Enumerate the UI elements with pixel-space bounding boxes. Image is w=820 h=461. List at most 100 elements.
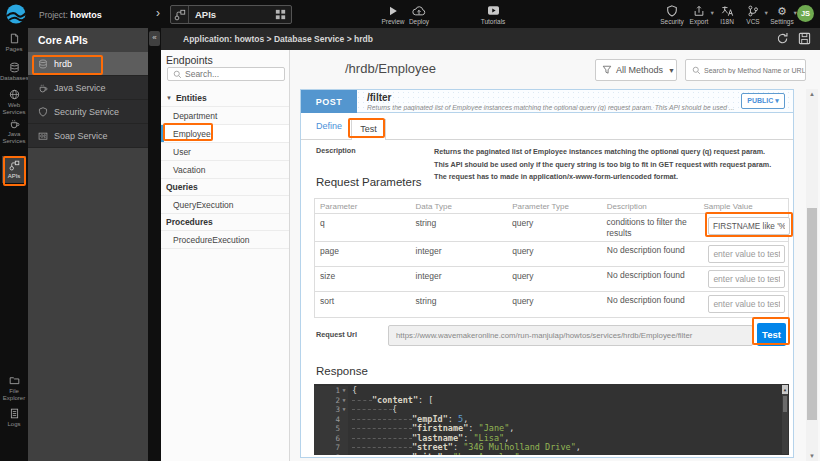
line-number: 4: [314, 415, 340, 425]
column-header: Sample Value: [698, 199, 788, 213]
editor-scroll-up-icon[interactable]: ▲: [782, 385, 788, 394]
description-text: Returns the paginated list of Employee i…: [434, 146, 780, 184]
scroll-thumb[interactable]: [807, 208, 817, 420]
param-data-type: integer: [411, 242, 508, 266]
fold-icon[interactable]: ▼: [340, 405, 348, 415]
endpoint-label: Vacation: [173, 165, 205, 175]
tab-test[interactable]: Test: [351, 119, 386, 140]
description-label: Description: [316, 146, 356, 155]
funnel-icon: [602, 65, 612, 75]
globe-icon: [0, 89, 28, 100]
search-icon: [173, 70, 182, 79]
api-path: /filter: [367, 92, 391, 103]
left-icon-sidebar: Pages Databases Web ServicesJava Services A…: [0, 28, 28, 461]
sample-value-input-q[interactable]: [708, 217, 790, 235]
endpoint-label: Queries: [166, 182, 198, 192]
log-icon: [0, 408, 28, 419]
tutorials-button[interactable]: Tutorials: [478, 4, 508, 25]
sidebar-item-logs[interactable]: Logs: [0, 408, 28, 428]
endpoints-title: Endpoints: [166, 54, 213, 66]
refresh-icon[interactable]: [776, 32, 789, 45]
response-editor[interactable]: 1▼{2▼"content": [3▼{4"empId": 5,5"firstn…: [314, 384, 789, 455]
save-icon[interactable]: [798, 32, 811, 45]
core-api-label: Java Service: [54, 83, 106, 93]
deploy-button[interactable]: Deploy: [404, 4, 434, 25]
api-list-item[interactable]: POST /filter Returns the paginated list …: [301, 90, 793, 113]
sidebar-item-file-explorer[interactable]: File Explorer: [0, 375, 28, 402]
endpoints-search-input[interactable]: [185, 69, 265, 79]
api-summary: Returns the paginated list of Employee i…: [367, 104, 739, 111]
method-search-input[interactable]: [704, 67, 805, 74]
scroll-up-icon[interactable]: ▲: [806, 91, 818, 97]
vcs-button[interactable]: ▼VCS: [738, 4, 768, 25]
sidebar-item-pages[interactable]: Pages: [0, 33, 28, 53]
export-button[interactable]: ▼Export: [684, 4, 714, 25]
core-api-item-hrdb[interactable]: hrdb: [28, 52, 148, 76]
code-line-7: 7"street": "346 Mulholland Drive",: [314, 443, 789, 453]
app-nav-selector[interactable]: APIs: [170, 5, 292, 24]
method-filter-dropdown[interactable]: All Methods ▼: [595, 59, 677, 81]
core-api-item-java-service[interactable]: Java Service: [28, 76, 148, 100]
sidebar-item-label: APIs: [2, 173, 26, 180]
param-description: No description found: [602, 292, 699, 317]
code-line-4: 4"empId": 5,: [314, 415, 789, 425]
caret-down-icon: ▼: [166, 95, 172, 101]
sidebar-item-label: File Explorer: [0, 388, 28, 402]
line-number: 8: [314, 453, 340, 456]
security-button[interactable]: Security: [657, 4, 687, 25]
code-line-3: 3▼{: [314, 405, 789, 415]
endpoint-item-employee[interactable]: Employee: [161, 125, 289, 143]
settings-button[interactable]: ⚙▼Settings: [767, 4, 797, 25]
code-line-2: 2▼"content": [: [314, 396, 789, 406]
endpoint-item-vacation[interactable]: Vacation: [161, 161, 289, 179]
cloud-upload-icon: [404, 4, 434, 17]
fold-icon[interactable]: ▼: [340, 396, 348, 406]
shield-icon: [657, 4, 687, 17]
endpoints-section-queries[interactable]: Queries: [161, 179, 289, 196]
request-url-input[interactable]: [388, 325, 753, 346]
action-label: Settings: [767, 18, 797, 25]
endpoint-item-user[interactable]: User: [161, 143, 289, 161]
core-api-item-soap-service[interactable]: Soap Service: [28, 124, 148, 148]
endpoints-section-procedures[interactable]: Procedures: [161, 214, 289, 231]
sample-value-input-size[interactable]: [708, 270, 785, 288]
scroll-down-icon[interactable]: ▼: [806, 453, 818, 459]
test-button[interactable]: Test: [757, 323, 786, 346]
breadcrumb: Application: howtos > Database Service >…: [183, 34, 373, 44]
sidebar-item-java-services[interactable]: Java Services: [0, 118, 28, 145]
soap-icon: [36, 131, 50, 141]
table-header-row: ParameterData TypeParameter TypeDescript…: [315, 199, 788, 214]
response-title: Response: [316, 365, 368, 377]
avatar[interactable]: JS: [797, 5, 814, 22]
api-icon: [171, 6, 189, 23]
line-number: 6: [314, 434, 340, 444]
param-description: conditions to filter the results: [602, 214, 699, 241]
method-search[interactable]: [685, 59, 806, 81]
sidebar-item-apis[interactable]: APIs: [2, 156, 26, 183]
sidebar-item-web-services[interactable]: Web Services: [0, 89, 28, 116]
sample-value-input-sort[interactable]: [708, 295, 785, 313]
endpoint-item-department[interactable]: Department: [161, 107, 289, 125]
action-label: Deploy: [404, 18, 434, 25]
editor-scrollbar[interactable]: ▲: [782, 385, 788, 454]
grid-icon[interactable]: [275, 9, 286, 20]
tab-define[interactable]: Define: [316, 121, 342, 131]
core-apis-panel: Core APIs hrdbJava ServiceSecurity Servi…: [28, 28, 148, 461]
endpoints-search[interactable]: [167, 67, 285, 81]
sidebar-item-label: Databases: [0, 75, 28, 82]
breadcrumb-bar: Application: howtos > Database Service >…: [161, 28, 820, 50]
wavemaker-logo-icon[interactable]: [5, 3, 27, 25]
sidebar-item-databases[interactable]: Databases: [0, 62, 28, 82]
page-scrollbar[interactable]: ▲ ▼: [806, 89, 818, 461]
endpoint-item-procedureexecution[interactable]: ProcedureExecution: [161, 231, 289, 249]
endpoints-section-entities[interactable]: ▼Entities: [161, 90, 289, 107]
fold-icon[interactable]: ▼: [340, 386, 348, 396]
collapse-panel-button[interactable]: «: [149, 31, 160, 46]
sample-value-input-page[interactable]: [708, 245, 785, 263]
visibility-dropdown[interactable]: PUBLIC ▾: [741, 93, 785, 109]
endpoint-item-queryexecution[interactable]: QueryExecution: [161, 196, 289, 214]
param-type: query: [507, 267, 602, 291]
core-api-item-security-service[interactable]: Security Service: [28, 100, 148, 124]
editor-scroll-thumb[interactable]: [783, 396, 787, 412]
line-number: 2: [314, 396, 340, 406]
